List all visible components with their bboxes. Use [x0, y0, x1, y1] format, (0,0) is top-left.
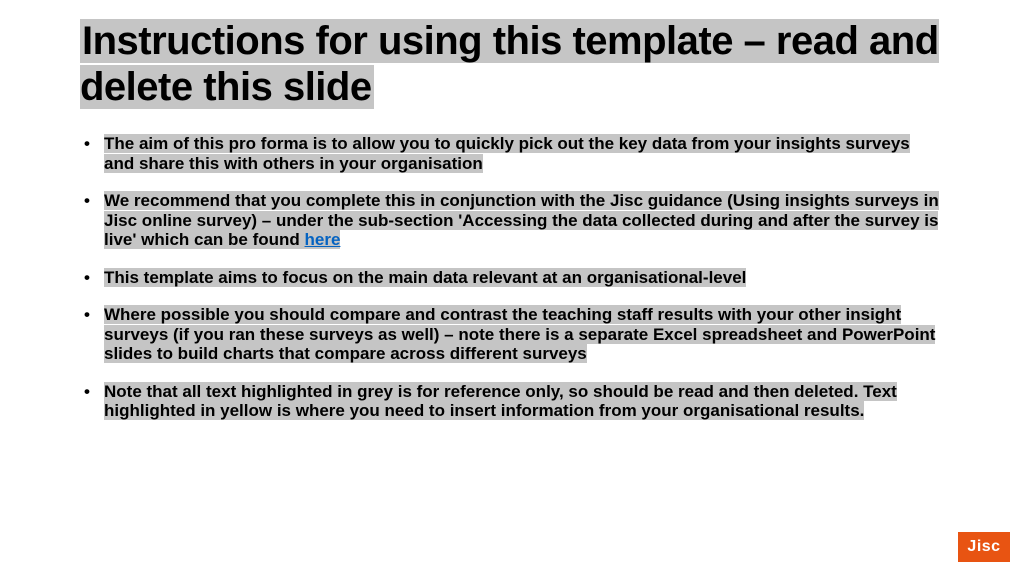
bullet-list: The aim of this pro forma is to allow yo…: [80, 134, 944, 421]
bullet-text: Note that all text highlighted in grey i…: [104, 382, 897, 421]
title-text: Instructions for using this template – r…: [80, 19, 939, 109]
bullet-item: We recommend that you complete this in c…: [104, 191, 944, 250]
slide-title: Instructions for using this template – r…: [80, 18, 944, 110]
bullet-item: Note that all text highlighted in grey i…: [104, 382, 944, 421]
slide-container: Instructions for using this template – r…: [0, 0, 1024, 576]
bullet-item: The aim of this pro forma is to allow yo…: [104, 134, 944, 173]
logo-text: Jisc: [967, 538, 1000, 556]
bullet-item: Where possible you should compare and co…: [104, 305, 944, 364]
bullet-text: Where possible you should compare and co…: [104, 305, 935, 363]
bullet-item: This template aims to focus on the main …: [104, 268, 944, 288]
bullet-text: This template aims to focus on the main …: [104, 268, 746, 287]
bullet-text: We recommend that you complete this in c…: [104, 191, 939, 249]
guidance-link[interactable]: here: [305, 230, 341, 249]
bullet-text: The aim of this pro forma is to allow yo…: [104, 134, 910, 173]
jisc-logo: Jisc: [958, 532, 1010, 562]
